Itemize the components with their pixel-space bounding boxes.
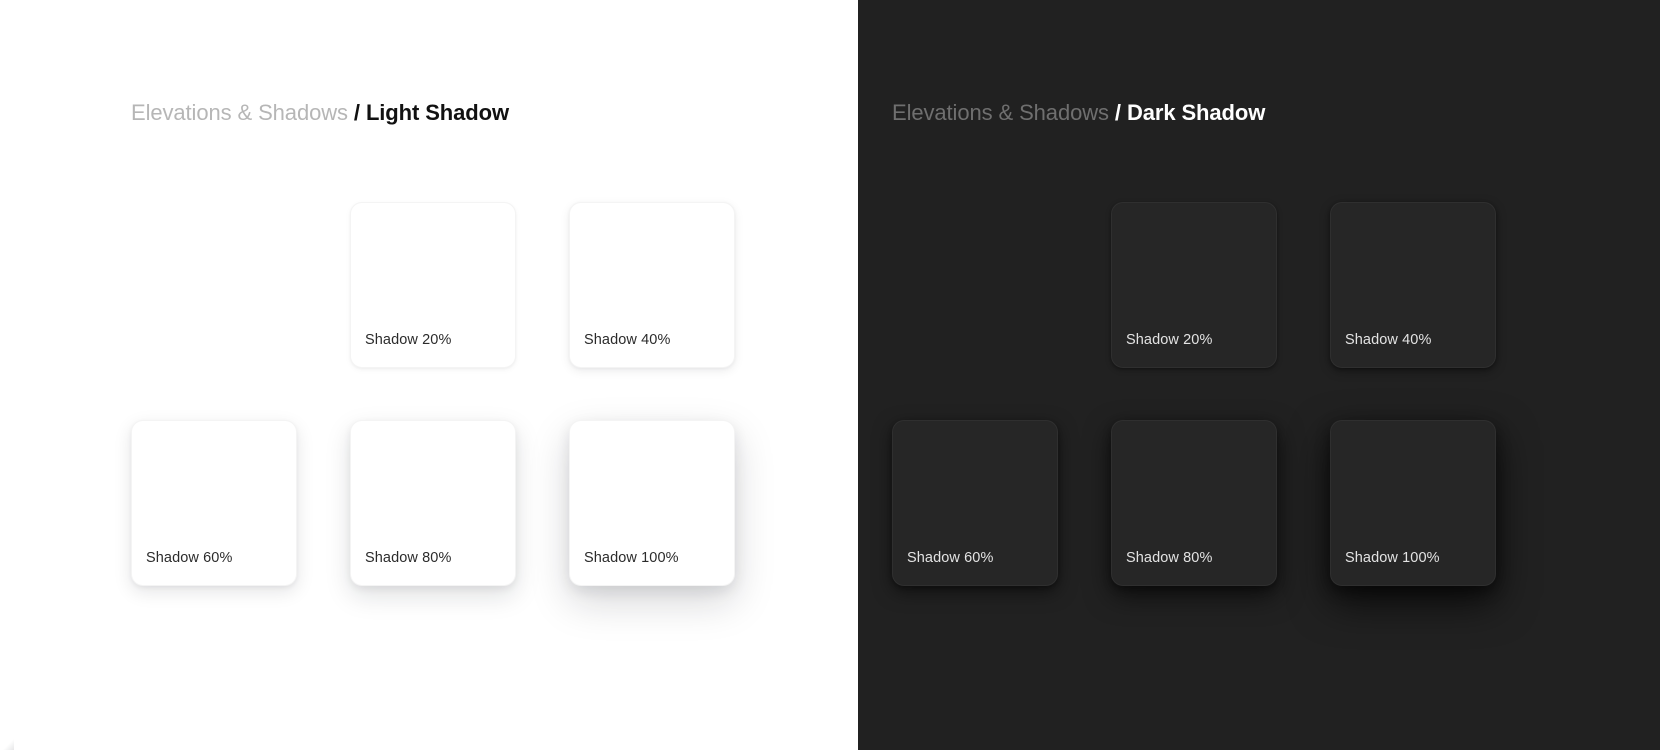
shadow-card-100[interactable]: Shadow 100% (1330, 420, 1496, 586)
breadcrumb-current-page: Dark Shadow (1126, 100, 1266, 125)
breadcrumb-separator: / (347, 100, 366, 125)
shadow-card-80[interactable]: Shadow 80% (350, 420, 516, 586)
shadow-card-20[interactable]: Shadow 20% (350, 202, 516, 368)
grid-cell: Shadow 20% (1111, 202, 1277, 368)
corner-artifact (0, 738, 14, 750)
grid-cell: Shadow 20% (350, 202, 516, 368)
grid-cell: Shadow 80% (350, 420, 516, 586)
shadow-card-label: Shadow 60% (146, 550, 233, 566)
shadow-card-label: Shadow 20% (365, 332, 452, 348)
grid-cell: Shadow 80% (1111, 420, 1277, 586)
shadow-card-label: Shadow 20% (1126, 332, 1213, 348)
shadow-card-grid: Shadow 20% Shadow 40% Shadow 60% Shadow … (892, 202, 1496, 586)
shadow-card-40[interactable]: Shadow 40% (1330, 202, 1496, 368)
breadcrumb-current-page: Light Shadow (365, 100, 509, 125)
breadcrumb-separator: / (1108, 100, 1127, 125)
shadow-card-label: Shadow 40% (1345, 332, 1432, 348)
shadow-card-label: Shadow 80% (1126, 550, 1213, 566)
breadcrumb-root[interactable]: Elevations & Shadows (892, 100, 1109, 125)
breadcrumb: Elevations & Shadows / Dark Shadow (892, 97, 1265, 129)
light-theme-panel: Elevations & Shadows / Light Shadow Shad… (0, 0, 858, 750)
shadow-card-60[interactable]: Shadow 60% (892, 420, 1058, 586)
grid-cell: Shadow 40% (1330, 202, 1496, 368)
shadow-card-80[interactable]: Shadow 80% (1111, 420, 1277, 586)
grid-cell: Shadow 100% (569, 420, 735, 586)
shadow-card-60[interactable]: Shadow 60% (131, 420, 297, 586)
shadow-card-100[interactable]: Shadow 100% (569, 420, 735, 586)
grid-cell: Shadow 60% (892, 420, 1058, 586)
shadow-card-label: Shadow 100% (1345, 550, 1440, 566)
dark-theme-panel: Elevations & Shadows / Dark Shadow Shado… (858, 0, 1660, 750)
shadow-card-grid: Shadow 20% Shadow 40% Shadow 60% Shadow … (131, 202, 735, 586)
grid-cell: Shadow 60% (131, 420, 297, 586)
shadow-card-label: Shadow 40% (584, 332, 671, 348)
shadow-card-40[interactable]: Shadow 40% (569, 202, 735, 368)
shadow-card-label: Shadow 60% (907, 550, 994, 566)
shadow-specimen-page: Elevations & Shadows / Light Shadow Shad… (0, 0, 1660, 750)
grid-cell: Shadow 40% (569, 202, 735, 368)
breadcrumb-root[interactable]: Elevations & Shadows (131, 100, 348, 125)
breadcrumb: Elevations & Shadows / Light Shadow (131, 97, 509, 129)
shadow-card-label: Shadow 100% (584, 550, 679, 566)
shadow-card-label: Shadow 80% (365, 550, 452, 566)
grid-cell: Shadow 100% (1330, 420, 1496, 586)
shadow-card-20[interactable]: Shadow 20% (1111, 202, 1277, 368)
